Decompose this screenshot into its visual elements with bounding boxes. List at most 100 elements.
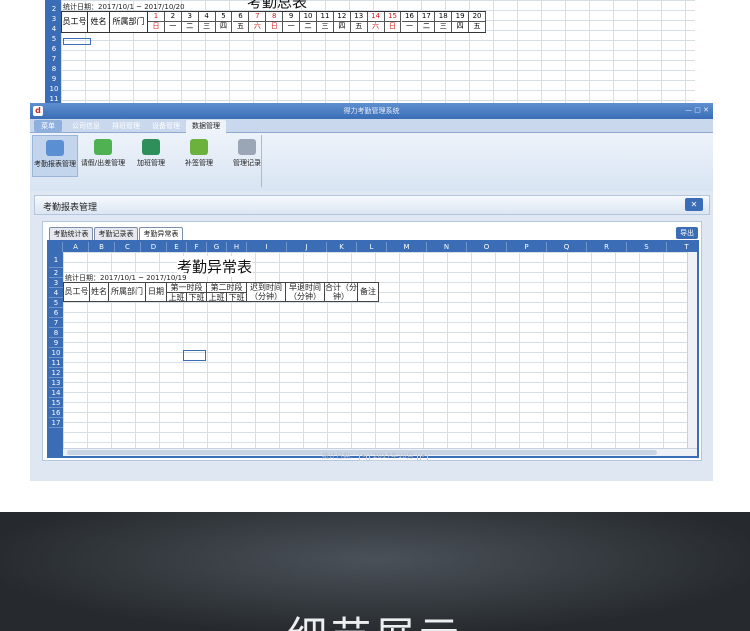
header-late: 迟到时间（分钟） bbox=[246, 282, 286, 302]
footer-label: 统计日期： bbox=[322, 452, 357, 460]
top-header-dept: 所属部门 bbox=[110, 12, 148, 32]
column-header[interactable]: J bbox=[287, 242, 327, 252]
resign-icon bbox=[190, 139, 208, 155]
top-day-number: 5 bbox=[215, 12, 233, 22]
top-day-number: 16 bbox=[401, 12, 419, 22]
top-weekday: 六 bbox=[368, 22, 385, 32]
menu-tab[interactable]: 数据管理 bbox=[186, 120, 226, 133]
window-titlebar: d 得力考勤管理系统 — ▢ ✕ bbox=[30, 103, 713, 119]
month-select[interactable]: 2017年10月 bbox=[369, 451, 418, 461]
column-header[interactable]: O bbox=[467, 242, 507, 252]
month-next-icon[interactable]: ▸ bbox=[419, 451, 428, 461]
top-row-number: 3 bbox=[51, 15, 57, 23]
column-header[interactable]: F bbox=[187, 242, 207, 252]
top-day-number: 8 bbox=[266, 12, 284, 22]
column-header[interactable]: E bbox=[167, 242, 187, 252]
panel-header: 考勤报表管理 ✕ bbox=[34, 195, 710, 215]
top-row-number: 9 bbox=[51, 75, 57, 83]
row-header[interactable]: 7 bbox=[49, 318, 63, 328]
toolbar-button[interactable]: 补签管理 bbox=[176, 135, 222, 173]
vertical-scrollbar[interactable] bbox=[687, 252, 697, 448]
row-header[interactable]: 5 bbox=[49, 298, 63, 308]
top-day-number: 3 bbox=[181, 12, 199, 22]
header-slot2-on: 上班 bbox=[206, 292, 227, 302]
top-weekday: 六 bbox=[249, 22, 267, 32]
column-header[interactable]: Q bbox=[547, 242, 587, 252]
column-header[interactable]: D bbox=[141, 242, 167, 252]
export-button[interactable]: 导出 bbox=[676, 227, 698, 239]
sheet-tabs: 考勤统计表 考勤记录表 考勤异常表 bbox=[49, 227, 249, 241]
top-weekday: 四 bbox=[216, 22, 233, 32]
column-header[interactable]: B bbox=[89, 242, 115, 252]
column-header[interactable]: M bbox=[387, 242, 427, 252]
spreadsheet: ABCDEFGHIJKLMNOPQRSTU 123456789101112131… bbox=[47, 240, 699, 458]
row-header[interactable]: 16 bbox=[49, 408, 63, 418]
column-header[interactable]: P bbox=[507, 242, 547, 252]
sheet-tab[interactable]: 考勤异常表 bbox=[139, 227, 183, 240]
toolbar-label: 加班管理 bbox=[137, 159, 165, 167]
sheet-tab[interactable]: 考勤记录表 bbox=[94, 227, 138, 240]
top-header-emp-id: 员工号 bbox=[62, 12, 88, 32]
toolbar-button[interactable]: 考勤报表管理 bbox=[32, 135, 78, 177]
column-header[interactable]: C bbox=[115, 242, 141, 252]
header-early: 早退时间（分钟） bbox=[285, 282, 325, 302]
toolbar-button[interactable]: 请假/出差管理 bbox=[80, 135, 126, 173]
report-icon bbox=[46, 140, 64, 156]
panel-close-button[interactable]: ✕ bbox=[685, 198, 703, 211]
window-title: 得力考勤管理系统 bbox=[343, 107, 400, 115]
top-weekday: 三 bbox=[317, 22, 334, 32]
column-header[interactable]: K bbox=[327, 242, 357, 252]
row-header[interactable]: 4 bbox=[49, 288, 63, 298]
row-header[interactable]: 6 bbox=[49, 308, 63, 318]
footer-date: 统计日期： ◂ 2017年10月 ▸ bbox=[322, 451, 428, 461]
row-header[interactable]: 14 bbox=[49, 388, 63, 398]
column-header[interactable]: T bbox=[667, 242, 697, 252]
top-day-number: 4 bbox=[198, 12, 216, 22]
top-header-row: 员工号 姓名 所属部门 1 日 2 一 3 二 4 三 5 四 6 五 7 六 8 日 9 一 10 二 11 三 12 四 1… bbox=[61, 11, 486, 33]
top-day-number: 20 bbox=[469, 12, 486, 22]
row-header[interactable]: 1 bbox=[49, 252, 63, 268]
row-header[interactable]: 8 bbox=[49, 328, 63, 338]
toolbar-button[interactable]: 加班管理 bbox=[128, 135, 174, 173]
row-header[interactable]: 12 bbox=[49, 368, 63, 378]
toolbar-label: 考勤报表管理 bbox=[34, 160, 76, 168]
row-header[interactable]: 11 bbox=[49, 358, 63, 368]
column-header[interactable]: N bbox=[427, 242, 467, 252]
row-header[interactable]: 3 bbox=[49, 278, 63, 288]
row-header[interactable]: 2 bbox=[49, 268, 63, 278]
window-controls[interactable]: — ▢ ✕ bbox=[685, 106, 709, 114]
top-day-number: 2 bbox=[164, 12, 182, 22]
header-emp-id: 员工号 bbox=[63, 282, 90, 302]
row-headers: 1 2 3 4 5 6 7 8 9 10 11 12 13 14 15 16 17 bbox=[49, 252, 63, 456]
selected-cell[interactable] bbox=[183, 350, 206, 361]
leave-icon bbox=[94, 139, 112, 155]
column-header[interactable]: G bbox=[207, 242, 227, 252]
column-header[interactable]: H bbox=[227, 242, 247, 252]
menu-button[interactable]: 菜单 bbox=[34, 120, 62, 132]
column-header[interactable]: S bbox=[627, 242, 667, 252]
row-header[interactable]: 17 bbox=[49, 418, 63, 428]
toolbar-button[interactable]: 管理记录 bbox=[224, 135, 270, 173]
top-selected-cell[interactable] bbox=[63, 38, 91, 45]
top-weekday: 日 bbox=[385, 22, 402, 32]
top-row-numbers: 2 3 4 5 6 7 8 9 10 11 bbox=[47, 4, 61, 104]
column-header[interactable]: R bbox=[587, 242, 627, 252]
row-header[interactable]: 10 bbox=[49, 348, 63, 358]
column-header[interactable]: L bbox=[357, 242, 387, 252]
month-prev-icon[interactable]: ◂ bbox=[359, 451, 367, 461]
menu-tab[interactable]: 排班管理 bbox=[106, 120, 146, 133]
top-day-number: 7 bbox=[249, 12, 267, 22]
row-header[interactable]: 13 bbox=[49, 378, 63, 388]
top-day-number: 9 bbox=[283, 12, 301, 22]
column-header[interactable]: A bbox=[63, 242, 89, 252]
menu-tab[interactable]: 公司信息 bbox=[66, 120, 106, 133]
menu-bar: 菜单 公司信息 排班管理 设备管理 数据管理 bbox=[30, 119, 713, 133]
menu-tab[interactable]: 设备管理 bbox=[146, 120, 186, 133]
sheet-tab[interactable]: 考勤统计表 bbox=[49, 227, 93, 240]
row-header[interactable]: 9 bbox=[49, 338, 63, 348]
row-header[interactable]: 15 bbox=[49, 398, 63, 408]
top-weekday: 四 bbox=[452, 22, 470, 32]
column-header[interactable]: I bbox=[247, 242, 287, 252]
top-weekday: 一 bbox=[402, 22, 419, 32]
top-day-number: 1 bbox=[148, 12, 165, 22]
